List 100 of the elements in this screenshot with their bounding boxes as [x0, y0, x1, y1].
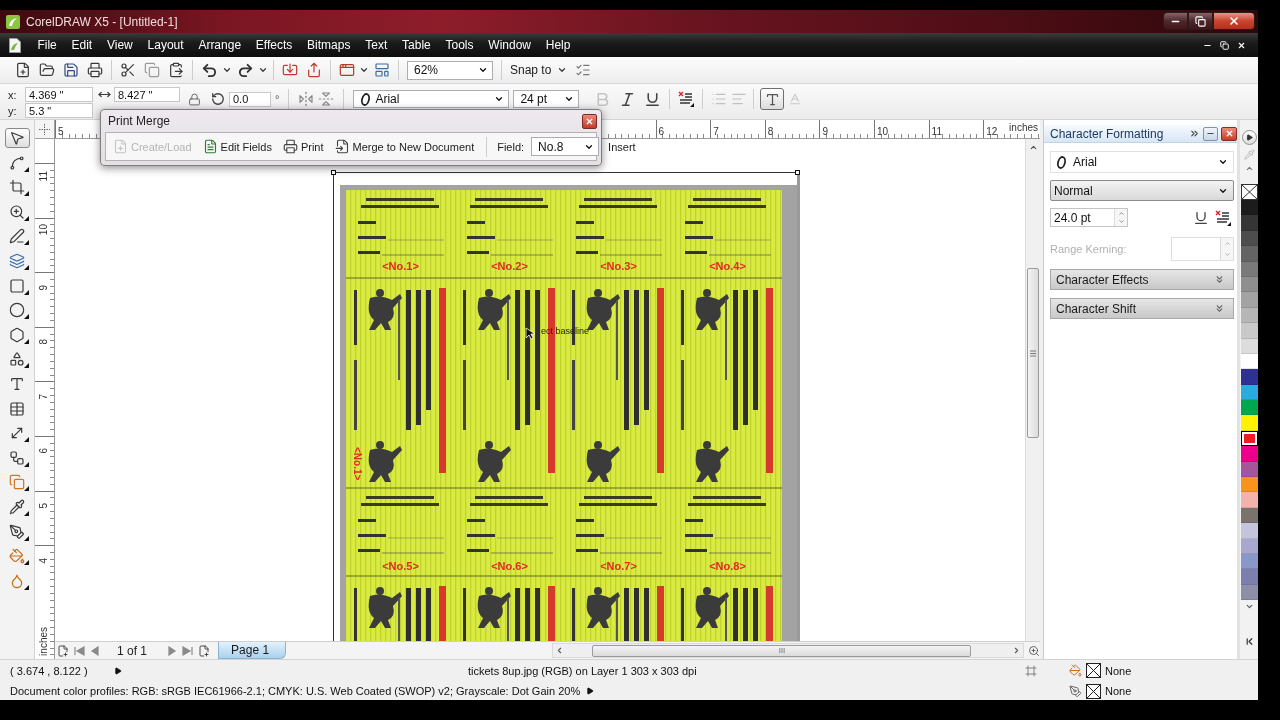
- scissors-icon[interactable]: [120, 62, 136, 78]
- color-swatch[interactable]: [1240, 292, 1258, 308]
- color-swatch[interactable]: [1240, 477, 1258, 493]
- font-size-combo[interactable]: 24 pt: [513, 90, 580, 108]
- section-header[interactable]: Character Shift: [1050, 298, 1234, 319]
- scroll-up-icon[interactable]: [1244, 164, 1254, 173]
- scroll-up-icon[interactable]: [1028, 143, 1038, 152]
- zoom-icon[interactable]: [1028, 644, 1040, 657]
- color-swatch[interactable]: [1240, 215, 1258, 231]
- selection-handle-icon[interactable]: [331, 170, 336, 175]
- color-swatch[interactable]: [1240, 523, 1258, 539]
- section-header[interactable]: Character Effects: [1050, 269, 1234, 290]
- folder-icon[interactable]: [39, 62, 55, 78]
- vertical-scrollbar[interactable]: [1025, 139, 1040, 641]
- layout-icon[interactable]: [374, 62, 390, 78]
- undo-icon[interactable]: [201, 61, 218, 79]
- merge-action-button[interactable]: Print: [280, 139, 326, 154]
- app-window-icon[interactable]: [339, 62, 355, 78]
- selection-handle-icon[interactable]: [795, 170, 800, 175]
- y-position-field[interactable]: 5.3 ": [25, 103, 93, 118]
- horizontal-scrollbar[interactable]: [552, 643, 1024, 658]
- color-swatch[interactable]: [1240, 246, 1258, 262]
- x-position-field[interactable]: 4.369 ": [25, 87, 93, 102]
- ruler-corner[interactable]: [35, 120, 55, 139]
- add-page-icon[interactable]: [198, 644, 211, 657]
- rotation-field[interactable]: 0.0: [229, 91, 271, 107]
- tool-button[interactable]: [4, 128, 30, 148]
- color-swatch[interactable]: [1240, 415, 1258, 431]
- clipboard-icon[interactable]: [168, 62, 184, 78]
- insert-button[interactable]: Insert: [606, 140, 638, 153]
- font-combo[interactable]: Arial: [353, 90, 510, 108]
- snap-to-button[interactable]: Snap to: [510, 63, 568, 77]
- caret-icon[interactable]: [359, 65, 369, 75]
- color-swatch[interactable]: [1240, 200, 1258, 216]
- merge-action-button[interactable]: Merge to New Document: [332, 139, 477, 154]
- menu-item[interactable]: View: [99, 38, 141, 52]
- color-swatch[interactable]: [1240, 492, 1258, 508]
- arrow-right-icon[interactable]: [114, 666, 122, 675]
- arrow-right-icon[interactable]: [586, 687, 595, 695]
- range-kerning-field[interactable]: [1171, 237, 1234, 261]
- lock-icon[interactable]: [188, 92, 201, 106]
- page-tab[interactable]: Page 1: [218, 642, 287, 659]
- underline-icon[interactable]: [1193, 209, 1209, 226]
- first-page-icon[interactable]: [73, 645, 85, 656]
- menu-item[interactable]: Window: [480, 38, 539, 52]
- text-fill-color-icon[interactable]: [678, 91, 695, 107]
- menu-item[interactable]: Help: [538, 38, 578, 52]
- redo-icon[interactable]: [237, 61, 254, 79]
- menu-item[interactable]: Table: [394, 38, 439, 52]
- color-swatch[interactable]: [1240, 400, 1258, 416]
- color-swatch[interactable]: [1240, 446, 1258, 462]
- menu-item[interactable]: Effects: [248, 38, 300, 52]
- restore-icon[interactable]: [1220, 40, 1229, 50]
- menu-item[interactable]: Tools: [438, 38, 481, 52]
- restore-button[interactable]: [1188, 12, 1213, 30]
- expand-icon[interactable]: [1189, 128, 1200, 139]
- checklist-icon[interactable]: [575, 62, 592, 78]
- caret-icon[interactable]: [258, 65, 268, 75]
- scroll-left-icon[interactable]: [555, 646, 564, 655]
- minimize-button[interactable]: [1203, 126, 1218, 141]
- document-icon[interactable]: [9, 37, 21, 53]
- width-field[interactable]: 8.427 ": [114, 87, 180, 102]
- font-style-select[interactable]: Normal: [1050, 180, 1234, 201]
- close-icon[interactable]: [1237, 40, 1246, 50]
- close-button[interactable]: [1221, 126, 1237, 141]
- menu-item[interactable]: Arrange: [191, 38, 249, 52]
- close-button[interactable]: [582, 113, 597, 129]
- flip-vertical-icon[interactable]: [318, 91, 335, 107]
- menu-item[interactable]: Bitmaps: [299, 38, 358, 52]
- text-frame-toggle[interactable]: [760, 88, 785, 110]
- copy-icon[interactable]: [144, 62, 160, 78]
- previous-page-icon[interactable]: [89, 645, 101, 656]
- menu-item[interactable]: Layout: [140, 38, 191, 52]
- merge-action-button[interactable]: Edit Fields: [200, 139, 274, 154]
- close-button[interactable]: [1213, 12, 1255, 30]
- add-page-icon[interactable]: [57, 644, 69, 657]
- scroll-right-icon[interactable]: [1012, 646, 1021, 655]
- export-icon[interactable]: [306, 62, 322, 78]
- no-color-swatch[interactable]: [1240, 184, 1258, 200]
- menu-item[interactable]: Text: [357, 38, 395, 52]
- font-size-field[interactable]: 24.0 pt: [1050, 208, 1128, 227]
- underline-icon[interactable]: [644, 90, 662, 108]
- zoom-combo[interactable]: 62%: [407, 60, 493, 80]
- flip-horizontal-icon[interactable]: [298, 91, 315, 107]
- color-swatch[interactable]: [1240, 369, 1258, 385]
- import-icon[interactable]: [282, 62, 298, 78]
- font-combo[interactable]: Arial: [1050, 151, 1234, 173]
- file-plus-icon[interactable]: [15, 62, 31, 78]
- menu-item[interactable]: File: [30, 38, 65, 52]
- color-swatch[interactable]: [1240, 569, 1258, 585]
- caret-icon[interactable]: [222, 65, 232, 75]
- field-select[interactable]: No.8: [531, 137, 600, 156]
- scroll-thumb[interactable]: [592, 644, 971, 657]
- scroll-thumb[interactable]: [1027, 268, 1039, 438]
- text-fill-color-icon[interactable]: [1215, 209, 1231, 226]
- rotate-icon[interactable]: [211, 92, 225, 106]
- menu-item[interactable]: Edit: [64, 38, 100, 52]
- printer-icon[interactable]: [87, 62, 103, 78]
- palette-menu-button[interactable]: [1241, 130, 1257, 145]
- color-swatch[interactable]: [1240, 323, 1258, 339]
